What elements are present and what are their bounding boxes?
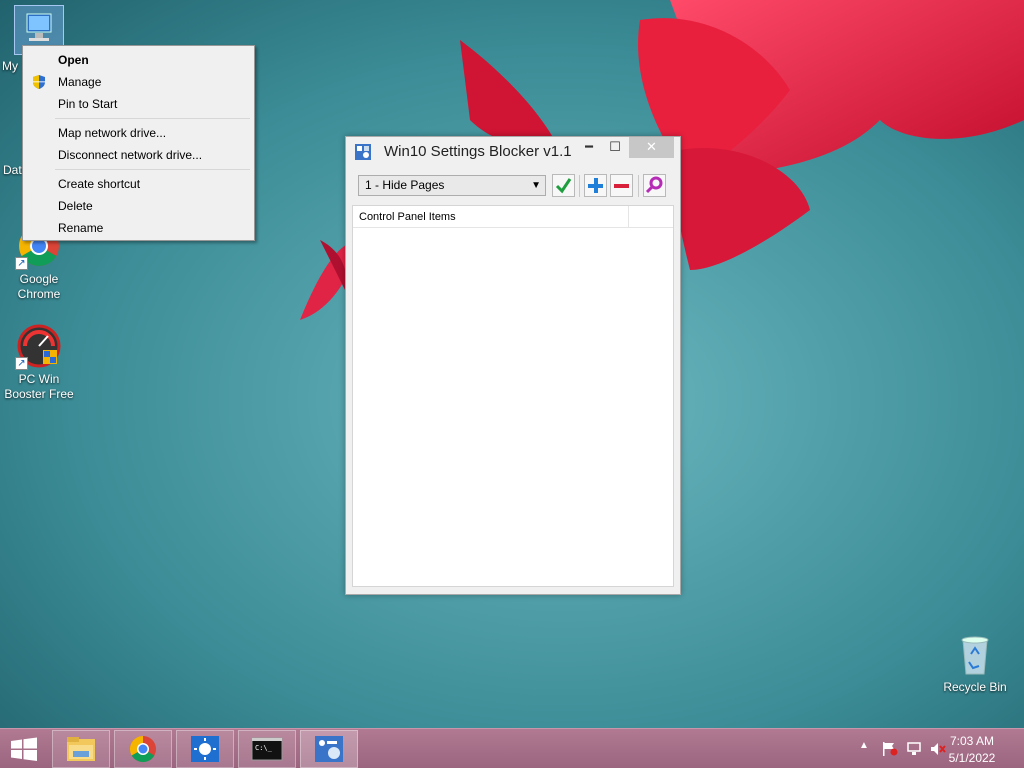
recycle-bin-icon [951, 630, 999, 678]
desktop-icon-label: Google Chrome [17, 272, 61, 301]
plus-icon [588, 178, 603, 193]
toolbar-separator [579, 175, 580, 197]
add-item-button[interactable] [584, 174, 607, 197]
show-hidden-icons-button[interactable]: ▲ [859, 740, 875, 754]
desktop-icon-label: Recycle Bin [943, 680, 1007, 694]
close-button[interactable]: ✕ [629, 137, 674, 158]
network-icon[interactable] [906, 742, 922, 756]
menu-item-delete[interactable]: Delete [25, 195, 252, 217]
menu-item-label: Open [58, 53, 89, 67]
action-center-flag-icon[interactable] [882, 742, 898, 756]
context-menu: Open Manage Pin to Start Map network dri… [22, 45, 255, 241]
menu-item-map-network-drive[interactable]: Map network drive... [25, 122, 252, 144]
minimize-button[interactable]: ━ [576, 137, 602, 158]
menu-item-manage[interactable]: Manage [25, 71, 252, 93]
shortcut-arrow-icon: ↗ [15, 357, 28, 370]
wrench-icon [645, 176, 663, 194]
menu-item-create-shortcut[interactable]: Create shortcut [25, 173, 252, 195]
column-divider[interactable] [628, 206, 629, 228]
mode-select-value: 1 - Hide Pages [365, 178, 445, 192]
menu-item-label: Manage [58, 75, 102, 89]
svg-text:C:\_: C:\_ [255, 744, 273, 752]
settings-blocker-icon [315, 736, 343, 762]
menu-item-pin-to-start[interactable]: Pin to Start [25, 93, 252, 115]
menu-item-label: Rename [58, 221, 104, 235]
maximize-button[interactable]: ☐ [602, 137, 628, 158]
taskbar-command-prompt[interactable]: C:\_ [238, 730, 296, 768]
windows-logo-icon [11, 737, 37, 761]
apply-button[interactable] [552, 174, 575, 197]
menu-item-disconnect-network-drive[interactable]: Disconnect network drive... [25, 144, 252, 166]
desktop-icon-label: PC Win Booster Free [4, 372, 74, 401]
settings-blocker-window: Win10 Settings Blocker v1.1 ━ ☐ ✕ 1 - Hi… [345, 136, 681, 595]
taskbar-brightness-app[interactable] [176, 730, 234, 768]
window-title: Win10 Settings Blocker v1.1 [384, 143, 572, 160]
menu-item-label: Create shortcut [58, 177, 141, 191]
taskbar-google-chrome[interactable] [114, 730, 172, 768]
app-icon [355, 144, 371, 160]
list-header: Control Panel Items [353, 206, 673, 228]
minus-icon [614, 184, 629, 188]
toolbar: 1 - Hide Pages ▼ [358, 174, 670, 197]
remove-item-button[interactable] [610, 174, 633, 197]
menu-item-label: Delete [58, 199, 93, 213]
menu-separator [55, 169, 250, 170]
tools-button[interactable] [643, 174, 666, 197]
menu-item-rename[interactable]: Rename [25, 217, 252, 239]
start-button[interactable] [0, 729, 48, 768]
desktop-icon-label: Dat [3, 163, 22, 177]
menu-separator [55, 118, 250, 119]
clock-date[interactable]: 5/1/2022 [942, 751, 1002, 765]
booster-gauge-icon: ↗ [15, 322, 63, 370]
column-header-control-panel-items[interactable]: Control Panel Items [359, 211, 456, 223]
taskbar-settings-blocker[interactable] [300, 730, 358, 768]
uac-shield-icon [33, 75, 45, 89]
taskbar: C:\_ ▲ 7:03 AM 5/1/2022 [0, 728, 1024, 768]
desktop-icon-pc-win-booster[interactable]: ↗ PC Win Booster Free [0, 322, 78, 402]
system-tray: ▲ 7:03 AM 5/1/2022 [834, 729, 1024, 768]
taskbar-file-explorer[interactable] [52, 730, 110, 768]
shortcut-arrow-icon: ↗ [15, 257, 28, 270]
menu-item-label: Map network drive... [58, 126, 167, 140]
desktop-icon-label: My [2, 59, 18, 73]
mode-select[interactable]: 1 - Hide Pages ▼ [358, 175, 546, 196]
sun-icon [191, 736, 219, 762]
items-list[interactable]: Control Panel Items [352, 205, 674, 587]
menu-item-label: Pin to Start [58, 97, 118, 111]
clock-time[interactable]: 7:03 AM [942, 734, 1002, 748]
desktop-icon-recycle-bin[interactable]: Recycle Bin [936, 630, 1014, 695]
folder-icon [67, 737, 95, 761]
chevron-down-icon: ▼ [531, 180, 541, 191]
chrome-icon [129, 735, 156, 763]
menu-item-label: Disconnect network drive... [58, 148, 203, 162]
checkmark-icon [555, 178, 572, 194]
toolbar-separator [638, 175, 639, 197]
menu-item-open[interactable]: Open [25, 49, 252, 71]
window-titlebar[interactable]: Win10 Settings Blocker v1.1 ━ ☐ ✕ [346, 137, 680, 165]
terminal-icon: C:\_ [251, 737, 283, 761]
